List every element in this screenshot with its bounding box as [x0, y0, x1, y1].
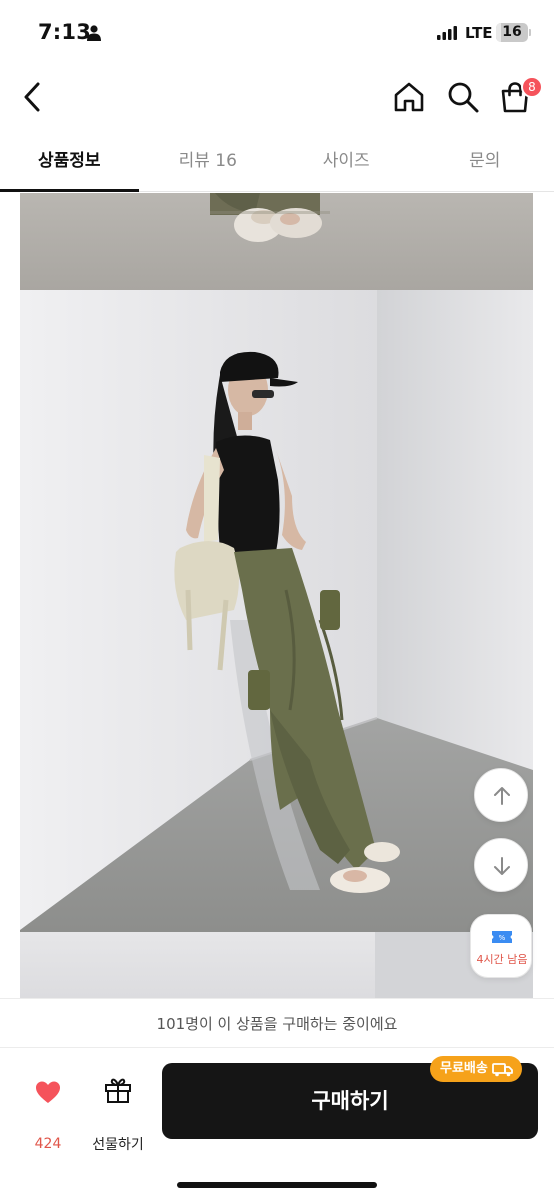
battery-icon: 16 — [496, 23, 528, 42]
arrow-up-icon — [494, 787, 510, 805]
signal-icon — [437, 26, 457, 40]
status-bar: 7:13 LTE 16 — [0, 0, 554, 64]
tab-inquiry[interactable]: 문의 — [416, 130, 554, 191]
arrow-down-icon — [494, 857, 510, 875]
heart-icon — [36, 1081, 60, 1103]
search-icon[interactable] — [446, 80, 480, 114]
coupon-timer-button[interactable]: % 4시간 남음 — [470, 914, 532, 978]
svg-text:%: % — [499, 934, 506, 942]
status-time: 7:13 — [38, 20, 92, 44]
top-nav: 8 — [0, 64, 554, 130]
cart-count-badge: 8 — [521, 76, 543, 98]
home-indicator — [177, 1182, 377, 1188]
coupon-icon: % — [492, 931, 512, 943]
gift-label: 선물하기 — [92, 1137, 144, 1153]
like-count: 424 — [34, 1136, 62, 1152]
battery-level: 16 — [502, 24, 522, 40]
scroll-down-button[interactable] — [474, 838, 528, 892]
like-button[interactable]: 424 — [20, 1074, 76, 1152]
product-image-area — [0, 193, 554, 998]
free-shipping-badge: 무료배송 — [430, 1056, 522, 1082]
bottom-action-bar: 424 선물하기 구매하기 무료배송 — [0, 1048, 554, 1200]
free-shipping-label: 무료배송 — [440, 1061, 488, 1076]
person-icon — [87, 25, 101, 41]
back-arrow-icon[interactable] — [18, 78, 48, 116]
tab-product-info[interactable]: 상품정보 — [0, 130, 139, 192]
product-photo-model — [20, 290, 533, 932]
tab-size[interactable]: 사이즈 — [277, 130, 416, 191]
tab-reviews[interactable]: 리뷰 16 — [139, 130, 278, 191]
home-icon[interactable] — [392, 80, 426, 114]
battery-tip — [529, 29, 531, 36]
network-type: LTE — [465, 24, 493, 42]
buyers-info-text: 101명이 이 상품을 구매하는 중이에요 — [0, 998, 554, 1048]
product-tabs: 상품정보 리뷰 16 사이즈 문의 — [0, 130, 554, 192]
product-photo-feet — [20, 193, 533, 290]
gift-button[interactable]: 선물하기 — [86, 1074, 150, 1153]
product-photo-next — [20, 932, 533, 998]
truck-icon — [491, 1063, 513, 1077]
coupon-time-left: 4시간 남음 — [476, 953, 528, 966]
gift-icon — [105, 1078, 131, 1103]
scroll-up-button[interactable] — [474, 768, 528, 822]
